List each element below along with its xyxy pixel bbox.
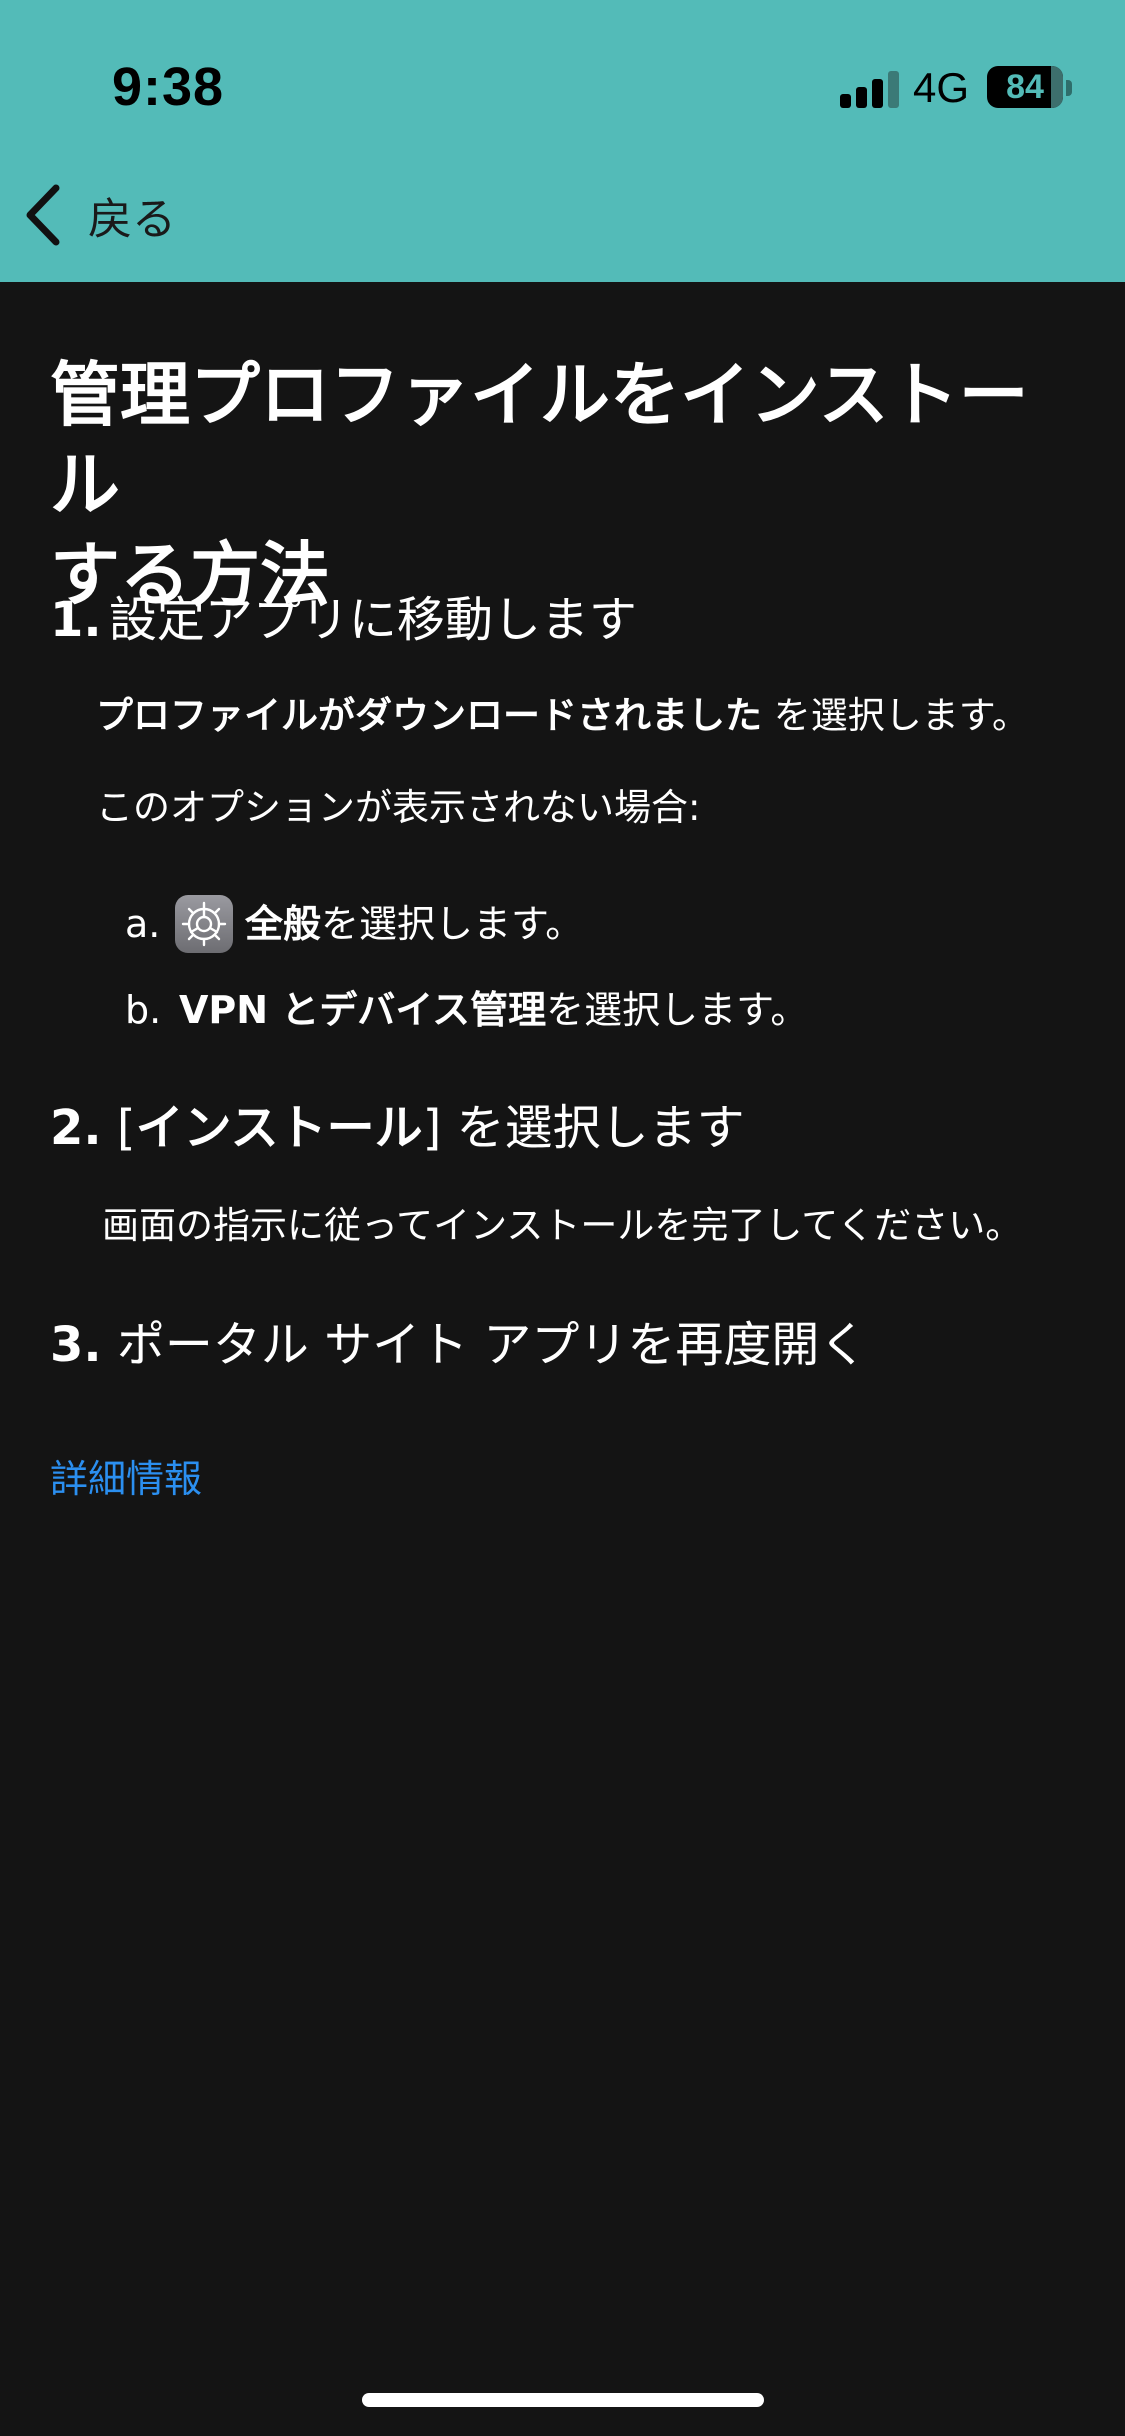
status-time: 9:38 xyxy=(112,57,225,117)
battery-level: 84 xyxy=(1006,68,1044,106)
back-label: 戻る xyxy=(88,194,176,245)
step-2-number: 2. xyxy=(50,1100,102,1156)
substep-b: b. VPN とデバイス管理 を選択します。 xyxy=(125,982,808,1038)
step-3-title: ポータル サイト アプリを再度開く xyxy=(101,1317,868,1373)
substep-a-rest: を選択します。 xyxy=(321,902,584,946)
step-2-open: [ xyxy=(101,1100,136,1156)
substep-b-bold: VPN とデバイス管理 xyxy=(179,988,547,1032)
step-1-instruction-rest: を選択します。 xyxy=(762,694,1030,737)
battery-icon: 84 xyxy=(987,66,1063,108)
step-2-description: 画面の指示に従ってインストールを完了してください。 xyxy=(102,1204,1023,1247)
step-1-instruction: プロファイルがダウンロードされました を選択します。 xyxy=(96,691,1029,741)
substep-a: a. 全般 を選択します。 xyxy=(125,895,583,953)
battery-nub xyxy=(1066,80,1072,96)
substep-b-marker: b. xyxy=(125,988,162,1032)
more-info-link[interactable]: 詳細情報 xyxy=(50,1448,202,1503)
step-1-fallback-text: このオプションが表示されない場合: xyxy=(96,786,701,829)
page-title-line1: 管理プロファイルをインストール xyxy=(50,354,1029,526)
step-3-number: 3. xyxy=(50,1317,102,1373)
step-1-number: 1. xyxy=(50,592,102,648)
step-1-instruction-bold: プロファイルがダウンロードされました xyxy=(96,694,762,737)
step-1-heading: 1. 設定アプリに移動します xyxy=(50,590,637,650)
step-2-bold: インストール xyxy=(135,1100,423,1156)
substep-b-rest: を選択します。 xyxy=(546,988,809,1032)
step-2-heading: 2. [インストール] を選択します xyxy=(50,1098,745,1158)
back-button[interactable]: 戻る xyxy=(22,180,176,250)
cellular-signal-icon xyxy=(840,68,900,108)
home-indicator[interactable] xyxy=(362,2393,764,2407)
main-content: 管理プロファイルをインストール する方法 1. 設定アプリに移動します プロファ… xyxy=(50,350,1090,1501)
substep-a-marker: a. xyxy=(125,902,161,946)
chevron-left-icon xyxy=(26,184,60,246)
settings-gear-icon xyxy=(175,895,233,953)
substep-a-bold: 全般 xyxy=(245,902,322,946)
step-3-heading: 3. ポータル サイト アプリを再度開く xyxy=(50,1315,867,1375)
header-bar: 9:38 4G 84 戻る xyxy=(0,0,1125,282)
step-2-close: ] を選択します xyxy=(422,1100,745,1156)
page-title: 管理プロファイルをインストール する方法 xyxy=(50,350,1090,620)
network-type: 4G xyxy=(913,64,970,111)
step-1-title: 設定アプリに移動します xyxy=(108,592,637,648)
